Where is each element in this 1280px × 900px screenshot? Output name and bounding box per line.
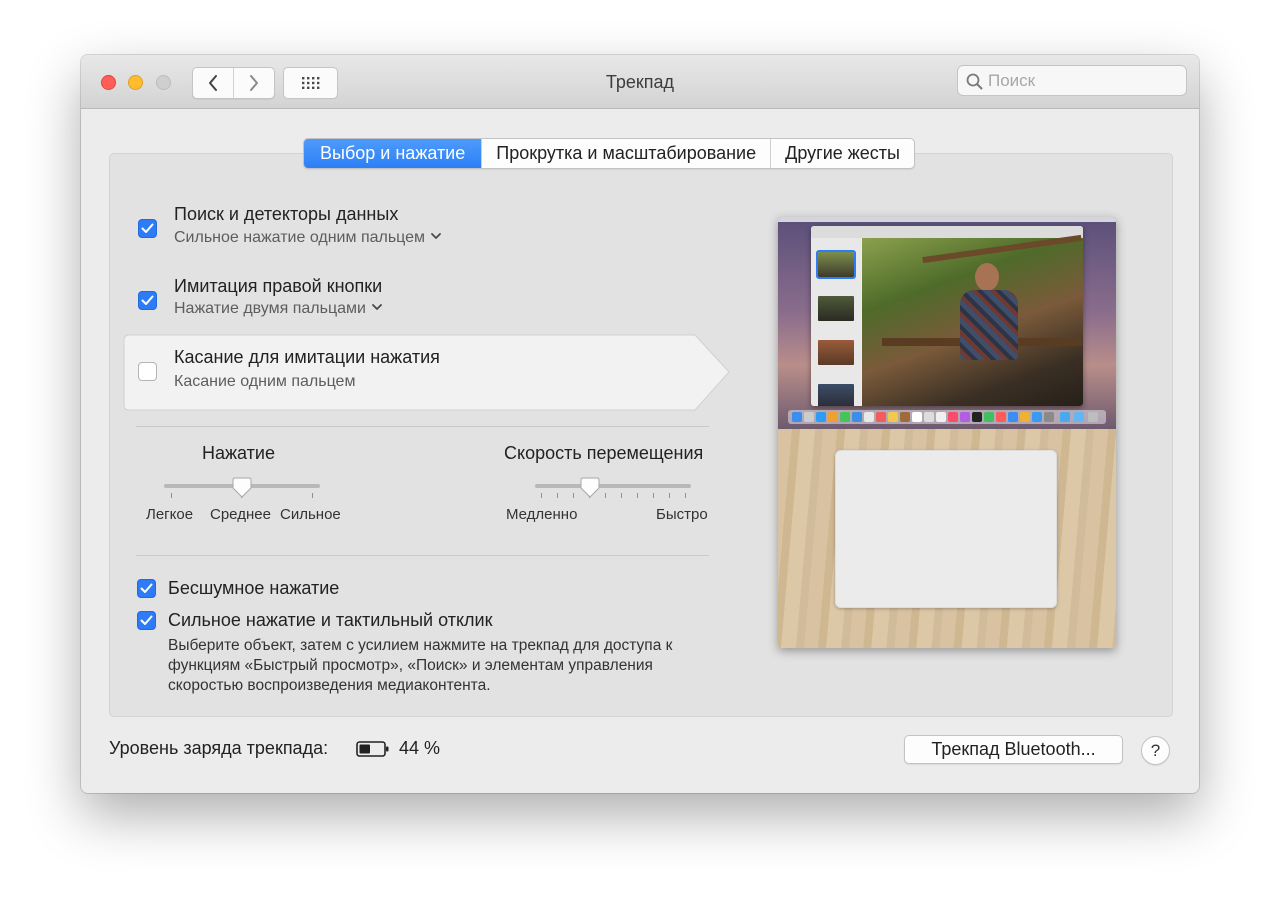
speed-tick — [573, 493, 574, 498]
battery-level-label: Уровень заряда трекпада: — [109, 738, 329, 758]
tap-to-click-checkbox[interactable] — [138, 362, 157, 381]
photo-beam — [922, 234, 1082, 264]
data-detectors-title: Поиск и детекторы данных — [174, 204, 399, 224]
photo-person-head — [975, 263, 999, 291]
chevron-down-icon — [431, 233, 441, 239]
checkmark-icon — [141, 223, 154, 233]
tap-to-click-title: Касание для имитации нажатия — [174, 347, 440, 367]
divider — [136, 555, 709, 556]
speed-tick — [685, 493, 686, 498]
secondary-click-title: Имитация правой кнопки — [174, 276, 383, 296]
preview-photo — [862, 234, 1083, 406]
photo-person-body — [960, 290, 1018, 360]
chevron-down-icon — [372, 304, 382, 310]
click-slider-tick — [312, 493, 313, 498]
tab-more-gestures[interactable]: Другие жесты — [770, 139, 914, 168]
preview-thumbnail — [816, 250, 856, 279]
preview-dock — [788, 410, 1106, 424]
secondary-click-gesture-menu[interactable]: Нажатие двумя пальцами — [174, 300, 382, 318]
preview-desk-surface — [778, 429, 1116, 648]
preview-thumbnail — [818, 296, 854, 321]
click-slider-light-label: Легкое — [146, 506, 194, 523]
speed-tick — [669, 493, 670, 498]
tracking-speed-thumb[interactable] — [580, 477, 600, 499]
click-slider-firm-label: Сильное — [280, 506, 341, 523]
data-detectors-gesture-menu[interactable]: Сильное нажатие одним пальцем — [174, 229, 441, 247]
search-field[interactable] — [957, 65, 1187, 96]
click-slider-tick — [171, 493, 172, 498]
force-click-title: Сильное нажатие и тактильный отклик — [168, 610, 493, 630]
tap-to-click-subtitle: Касание одним пальцем — [174, 373, 356, 390]
preview-app-toolbar — [811, 226, 1083, 238]
silent-clicking-title: Бесшумное нажатие — [168, 578, 340, 598]
tracking-speed-track[interactable] — [535, 484, 691, 488]
preview-menubar — [778, 217, 1116, 222]
speed-tick — [621, 493, 622, 498]
tab-scroll-and-zoom[interactable]: Прокрутка и масштабирование — [481, 139, 770, 168]
speed-slow-label: Медленно — [506, 506, 578, 523]
secondary-click-checkbox[interactable] — [138, 291, 157, 310]
preview-thumbnail — [818, 340, 854, 365]
battery-icon — [356, 741, 389, 757]
gesture-preview-image — [778, 217, 1116, 648]
title-bar: Трекпад — [81, 55, 1199, 109]
preview-app-window — [811, 226, 1083, 406]
checkmark-icon — [140, 583, 153, 593]
data-detectors-gesture-label: Сильное нажатие одним пальцем — [174, 229, 426, 246]
force-click-checkbox[interactable] — [137, 611, 156, 630]
preview-thumbnail-sidebar — [811, 238, 861, 406]
preview-screen — [778, 217, 1116, 429]
speed-tick — [637, 493, 638, 498]
help-button[interactable]: ? — [1141, 736, 1170, 765]
speed-tick — [557, 493, 558, 498]
click-slider-medium-label: Среднее — [210, 506, 271, 523]
tracking-speed-label: Скорость перемещения — [504, 443, 704, 463]
silent-clicking-checkbox[interactable] — [137, 579, 156, 598]
speed-fast-label: Быстро — [656, 506, 708, 523]
preview-trackpad — [835, 450, 1057, 608]
checkmark-icon — [141, 295, 154, 305]
speed-tick — [541, 493, 542, 498]
battery-percent: 44 % — [399, 738, 441, 758]
tab-point-and-click[interactable]: Выбор и нажатие — [304, 139, 482, 168]
secondary-click-gesture-label: Нажатие двумя пальцами — [174, 300, 366, 317]
tab-bar: Выбор и нажатие Прокрутка и масштабирова… — [303, 138, 915, 169]
speed-tick — [605, 493, 606, 498]
divider — [136, 426, 709, 427]
preferences-window: Трекпад Выбор и нажатие Прокрутка и масш… — [81, 55, 1199, 793]
bluetooth-trackpad-button[interactable]: Трекпад Bluetooth... — [904, 735, 1123, 764]
search-icon — [966, 73, 983, 90]
preview-thumbnail — [818, 384, 854, 406]
force-click-description: Выберите объект, затем с усилием нажмите… — [168, 637, 673, 694]
click-slider-thumb[interactable] — [232, 477, 252, 499]
click-slider-label: Нажатие — [202, 443, 275, 463]
data-detectors-checkbox[interactable] — [138, 219, 157, 238]
checkmark-icon — [140, 615, 153, 625]
speed-tick — [653, 493, 654, 498]
search-input[interactable] — [988, 69, 1178, 92]
